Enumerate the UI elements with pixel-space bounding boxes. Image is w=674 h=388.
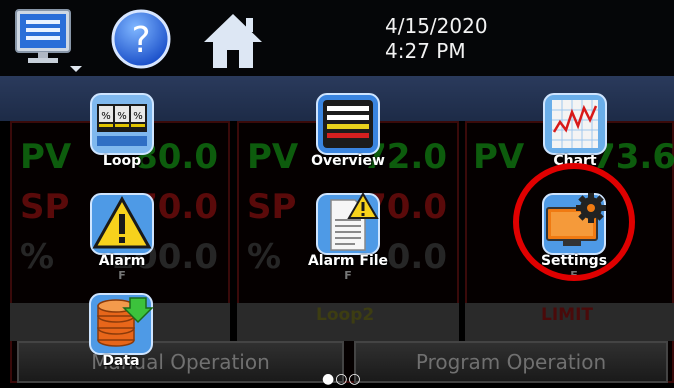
loop-icon: % % % bbox=[90, 93, 154, 155]
pv-label: PV bbox=[473, 137, 525, 177]
loop-label: Loop bbox=[102, 153, 142, 169]
svg-text:%: % bbox=[101, 111, 111, 122]
settings-highlight-circle bbox=[513, 163, 635, 281]
menu-overview[interactable]: Overview bbox=[298, 92, 398, 169]
monitor-menu-icon[interactable] bbox=[14, 8, 86, 76]
chart-icon bbox=[543, 93, 607, 155]
pv-label: PV bbox=[247, 137, 299, 177]
menu-data[interactable]: Data bbox=[71, 292, 171, 369]
alarm-file-label: Alarm File bbox=[307, 253, 389, 269]
top-bar: ? 4/15/2020 4:27 PM bbox=[0, 0, 674, 76]
unit-label: F bbox=[344, 269, 352, 282]
loop-name-2: Loop2 bbox=[316, 305, 375, 325]
percent-label: % bbox=[247, 237, 282, 277]
date-text: 4/15/2020 bbox=[385, 14, 488, 38]
svg-text:%: % bbox=[117, 111, 127, 122]
time-text: 4:27 PM bbox=[385, 39, 466, 63]
home-icon[interactable] bbox=[200, 10, 266, 74]
overview-label: Overview bbox=[311, 153, 385, 169]
manual-operation-button[interactable]: Manual Operation bbox=[17, 341, 344, 383]
program-operation-button[interactable]: Program Operation bbox=[354, 341, 668, 383]
pv-label: PV bbox=[20, 137, 72, 177]
alarm-warning-icon bbox=[90, 193, 154, 255]
menu-loop[interactable]: % % % Loop bbox=[72, 92, 172, 169]
menu-alarm-file[interactable]: Alarm File F bbox=[298, 192, 398, 282]
loop-name-3: LIMIT bbox=[541, 305, 593, 325]
menu-chart[interactable]: Chart bbox=[525, 92, 625, 169]
help-icon[interactable]: ? bbox=[110, 8, 172, 74]
sp-label: SP bbox=[20, 187, 70, 227]
overview-icon bbox=[316, 93, 380, 155]
date-time: 4/15/2020 4:27 PM bbox=[385, 14, 488, 64]
svg-text:%: % bbox=[133, 111, 143, 122]
alarm-label: Alarm bbox=[98, 253, 146, 269]
page-indicator-dots[interactable]: ●○○ bbox=[322, 371, 362, 387]
percent-label: % bbox=[20, 237, 55, 277]
sp-label: SP bbox=[247, 187, 297, 227]
alarm-file-icon bbox=[316, 192, 380, 255]
unit-label: F bbox=[118, 269, 126, 282]
data-label: Data bbox=[102, 353, 140, 369]
menu-alarm[interactable]: Alarm F bbox=[72, 192, 172, 282]
data-database-icon bbox=[89, 293, 154, 355]
svg-text:?: ? bbox=[131, 20, 150, 61]
